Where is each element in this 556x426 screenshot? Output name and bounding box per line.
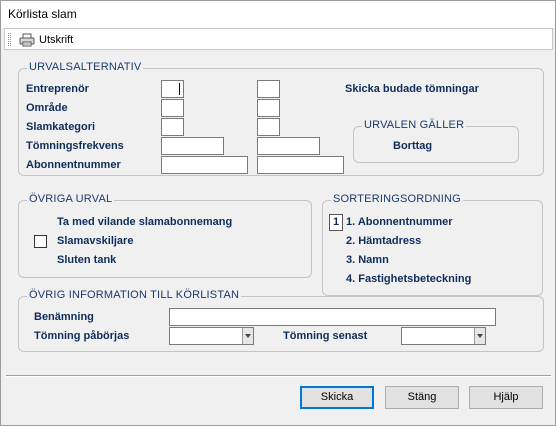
- name-field[interactable]: [169, 308, 496, 326]
- entreprenor-label: Entreprenör: [26, 83, 89, 95]
- sort-item[interactable]: 2. Hämtadress: [346, 235, 421, 247]
- slamavskiljare-label[interactable]: Slamavskiljare: [57, 235, 133, 247]
- latest-date-combo[interactable]: [401, 327, 486, 345]
- tomningsfrekvens-to-field[interactable]: [257, 137, 320, 155]
- chevron-down-icon[interactable]: [242, 328, 253, 344]
- sort-order-legend: SORTERINGSORDNING: [331, 193, 463, 205]
- selection-options-legend: URVALSALTERNATIV: [27, 61, 144, 73]
- omrade-to-field[interactable]: [257, 99, 280, 117]
- window-title: Körlista slam: [1, 1, 555, 28]
- include-inactive-label[interactable]: Ta med vilande slamabonnemang: [57, 216, 232, 228]
- toolbar: Utskrift: [4, 28, 553, 50]
- name-label: Benämning: [34, 311, 94, 323]
- omrade-label: Område: [26, 102, 68, 114]
- print-label: Utskrift: [39, 33, 74, 46]
- start-date-combo[interactable]: [169, 327, 254, 345]
- slamkategori-label: Slamkategori: [26, 121, 96, 133]
- omrade-from-field[interactable]: [161, 99, 184, 117]
- toolbar-grip[interactable]: [8, 33, 11, 46]
- chevron-down-icon[interactable]: [474, 328, 485, 344]
- tomningsfrekvens-label: Tömningsfrekvens: [26, 140, 124, 152]
- text-cursor: [179, 83, 180, 95]
- start-label: Tömning påbörjas: [34, 330, 130, 342]
- close-button[interactable]: Stäng: [385, 386, 459, 409]
- slamkategori-to-field[interactable]: [257, 118, 280, 136]
- entreprenor-to-field[interactable]: [257, 80, 280, 98]
- help-button[interactable]: Hjälp: [469, 386, 543, 409]
- sort-item[interactable]: 3. Namn: [346, 254, 389, 266]
- abonnentnummer-label: Abonnentnummer: [26, 159, 121, 171]
- tomningsfrekvens-from-field[interactable]: [161, 137, 224, 155]
- abonnentnummer-from-field[interactable]: [161, 156, 248, 174]
- footer-separator: [6, 375, 551, 377]
- send-bid-label[interactable]: Skicka budade tömningar: [345, 83, 479, 95]
- sluten-tank-label[interactable]: Sluten tank: [57, 254, 116, 266]
- korlista-slam-window: Körlista slam Utskrift URVALSALTERNATIV …: [0, 0, 556, 426]
- sort-item[interactable]: 4. Fastighetsbeteckning: [346, 273, 471, 285]
- slamkategori-from-field[interactable]: [161, 118, 184, 136]
- valid-for-group: URVALEN GÄLLER: [353, 119, 519, 163]
- abonnentnummer-to-field[interactable]: [257, 156, 344, 174]
- other-info-legend: ÖVRIG INFORMATION TILL KÖRLISTAN: [27, 289, 242, 301]
- printer-icon: [19, 33, 35, 46]
- latest-label: Tömning senast: [283, 330, 368, 342]
- other-selection-legend: ÖVRIGA URVAL: [27, 193, 115, 205]
- entreprenor-from-field[interactable]: [161, 80, 184, 98]
- slamavskiljare-checkbox[interactable]: [34, 235, 47, 248]
- sort-item[interactable]: 1. Abonnentnummer: [346, 216, 453, 228]
- send-button[interactable]: Skicka: [300, 386, 374, 409]
- valid-for-legend: URVALEN GÄLLER: [362, 119, 467, 131]
- print-button[interactable]: Utskrift: [19, 31, 73, 48]
- valid-for-value[interactable]: Borttag: [393, 140, 432, 152]
- sort-selected-index[interactable]: 1: [329, 214, 343, 231]
